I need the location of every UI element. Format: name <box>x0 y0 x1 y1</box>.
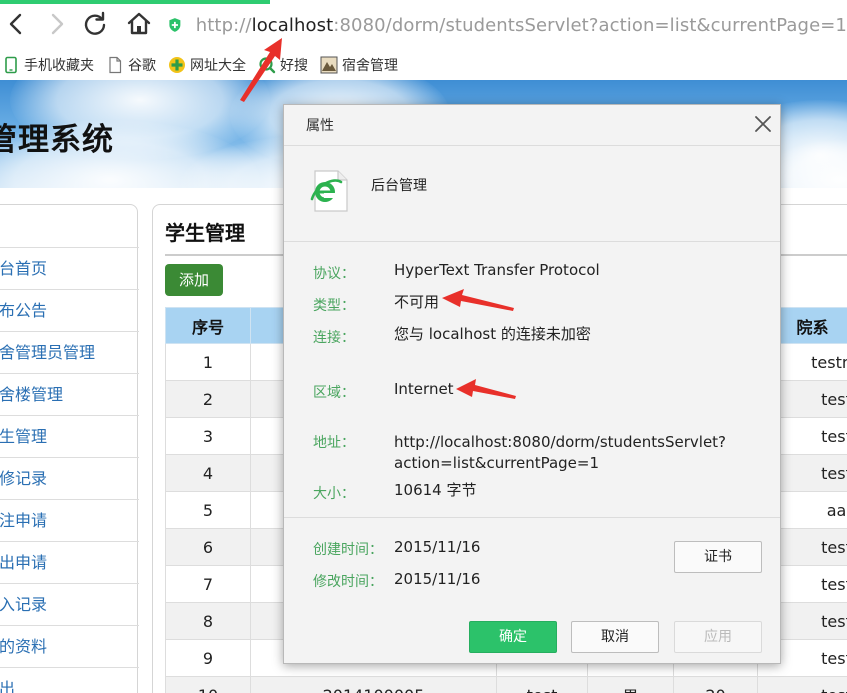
ok-button[interactable]: 确定 <box>469 621 557 653</box>
table-cell: 9 <box>165 639 251 677</box>
modified-label: 修改时间： <box>313 574 383 590</box>
table-cell: 3 <box>165 417 251 455</box>
bookmarks-bar: 手机收藏夹 谷歌 网址大全 好搜 宿舍管理 <box>0 50 847 80</box>
address-value-line2: action=list&currentPage=1 <box>394 454 600 472</box>
connection-label: 连接： <box>313 330 355 346</box>
sidebar-item-departure[interactable]: 出申请 <box>0 541 139 583</box>
page-name: 后台管理 <box>371 178 427 194</box>
table-cell: 6 <box>165 528 251 566</box>
zone-label: 区域： <box>313 385 355 401</box>
site-directory-icon <box>169 57 185 73</box>
modified-value: 2015/11/16 <box>394 570 481 588</box>
address-value-line1: http://localhost:8080/dorm/studentsServl… <box>394 433 727 451</box>
divider <box>284 241 780 242</box>
bookmark-dorm[interactable]: 宿舍管理 <box>320 55 398 75</box>
table-cell: 5 <box>165 491 251 529</box>
column-header: 序号 <box>165 307 251 344</box>
url-text[interactable]: http://localhost:8080/dorm/studentsServl… <box>196 15 847 36</box>
sidebar-item-profile[interactable]: 的资料 <box>0 625 139 667</box>
sidebar-item-entry-records[interactable]: 入记录 <box>0 583 139 625</box>
table-row: 102014100005test男20test <box>165 676 847 693</box>
forward-icon[interactable] <box>43 8 73 40</box>
dialog-header: 属性 <box>284 105 780 145</box>
table-cell: 4 <box>165 454 251 492</box>
table-cell: 7 <box>165 565 251 603</box>
bookmark-google[interactable]: 谷歌 <box>106 55 156 75</box>
sidebar-item-announcements[interactable]: 布公告 <box>0 289 139 331</box>
table-cell: test <box>757 676 847 693</box>
page-icon <box>109 56 122 74</box>
address-label: 地址： <box>313 435 355 451</box>
size-value: 10614 字节 <box>394 481 477 499</box>
created-label: 创建时间： <box>313 542 383 558</box>
table-cell: 男 <box>587 676 674 693</box>
back-icon[interactable] <box>2 8 32 40</box>
sidebar: 台首页 布公告 舍管理员管理 舍楼管理 生管理 修记录 注申请 出申请 入记录 … <box>0 204 139 693</box>
page-load-progress <box>0 0 270 4</box>
sidebar-item-home[interactable]: 台首页 <box>0 247 139 289</box>
created-value: 2015/11/16 <box>394 538 481 556</box>
divider <box>284 145 780 146</box>
bookmark-label: 谷歌 <box>128 58 156 74</box>
zone-value: Internet <box>394 380 454 398</box>
sidebar-item-registration[interactable]: 注申请 <box>0 499 139 541</box>
sidebar-item-buildings[interactable]: 舍楼管理 <box>0 373 139 415</box>
bookmark-label: 手机收藏夹 <box>24 58 94 74</box>
type-value: 不可用 <box>394 293 440 311</box>
table-cell: 8 <box>165 602 251 640</box>
table-cell: 2 <box>165 380 251 418</box>
size-label: 大小： <box>313 486 355 502</box>
home-icon[interactable] <box>124 8 154 40</box>
screenshot-root: http://localhost:8080/dorm/studentsServl… <box>0 0 847 693</box>
protocol-label: 协议： <box>313 266 355 282</box>
browser-toolbar: http://localhost:8080/dorm/studentsServl… <box>0 0 847 50</box>
table-cell: 2014100005 <box>250 676 497 693</box>
cancel-button[interactable]: 取消 <box>571 621 659 653</box>
phone-icon <box>5 56 17 74</box>
sidebar-item-dorm-admins[interactable]: 舍管理员管理 <box>0 331 139 373</box>
connection-value: 您与 localhost 的连接未加密 <box>394 325 591 343</box>
secure-shield-icon <box>169 18 181 32</box>
dialog-title: 属性 <box>306 118 334 134</box>
certificate-button[interactable]: 证书 <box>674 541 762 573</box>
ie-page-icon <box>310 170 348 212</box>
type-label: 类型： <box>313 298 355 314</box>
image-thumbnail-icon <box>320 56 338 74</box>
sidebar-item-repairs[interactable]: 修记录 <box>0 457 139 499</box>
table-cell: 1 <box>165 343 251 381</box>
annotation-arrow-type <box>442 289 514 311</box>
table-cell: 10 <box>165 676 251 693</box>
divider <box>284 517 780 518</box>
page-title: 学生管理 <box>165 221 245 245</box>
sidebar-item-students[interactable]: 生管理 <box>0 415 139 457</box>
table-cell: 20 <box>673 676 758 693</box>
reload-icon[interactable] <box>80 8 110 40</box>
annotation-arrow-zone <box>456 379 516 399</box>
properties-dialog: 属性 后台管理 协议： HyperText Transfer Protocol … <box>283 104 781 664</box>
close-icon[interactable] <box>752 113 774 135</box>
bookmark-mobile[interactable]: 手机收藏夹 <box>2 55 94 75</box>
table-cell: test <box>496 676 588 693</box>
system-title: 管理系统 <box>0 122 114 158</box>
sidebar-item-logout[interactable]: 出 <box>0 667 139 693</box>
add-button[interactable]: 添加 <box>165 264 223 296</box>
apply-button[interactable]: 应用 <box>674 621 762 653</box>
annotation-arrow-url <box>240 38 282 102</box>
bookmark-label: 宿舍管理 <box>342 58 398 74</box>
protocol-value: HyperText Transfer Protocol <box>394 261 600 279</box>
